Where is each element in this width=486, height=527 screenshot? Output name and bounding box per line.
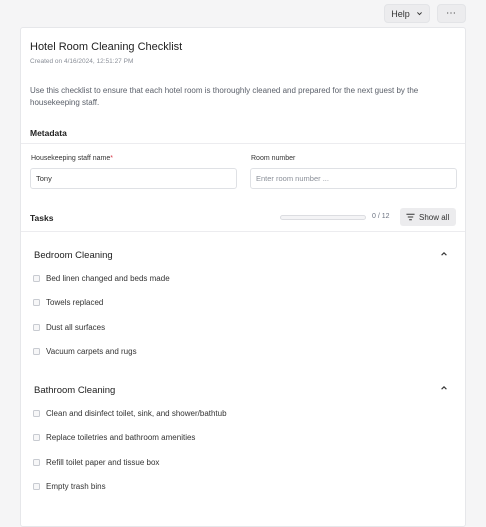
task-label: Towels replaced [46,298,104,307]
checklist-title: Hotel Room Cleaning Checklist [30,41,183,53]
task-checkbox[interactable] [33,299,40,306]
metadata-divider [21,143,465,144]
required-mark: * [110,155,113,162]
task-label: Bed linen changed and beds made [46,274,170,283]
task-label: Vacuum carpets and rugs [46,347,137,356]
metadata-heading: Metadata [30,128,67,138]
task-label: Clean and disinfect toilet, sink, and sh… [46,409,227,418]
room-number-placeholder: Enter room number ... [256,174,329,183]
staff-name-input[interactable]: Tony [30,168,237,189]
task-item[interactable]: Refill toilet paper and tissue box [33,458,159,467]
task-checkbox[interactable] [33,348,40,355]
created-timestamp: Created on 4/16/2024, 12:51:27 PM [30,58,134,65]
task-item[interactable]: Vacuum carpets and rugs [33,347,137,356]
chevron-up-icon[interactable] [440,250,448,258]
task-label: Refill toilet paper and tissue box [46,458,160,467]
chevron-up-icon[interactable] [440,384,448,392]
help-button[interactable]: Help [384,4,430,23]
chevron-down-icon [416,12,422,16]
more-options-button[interactable]: ⋯ [437,4,466,23]
room-number-label: Room number [251,155,296,162]
staff-name-label-text: Housekeeping staff name [31,155,111,162]
task-checkbox[interactable] [33,324,40,331]
task-item[interactable]: Clean and disinfect toilet, sink, and sh… [33,409,227,418]
task-checkbox[interactable] [33,410,40,417]
task-label: Dust all surfaces [46,323,106,332]
show-all-button[interactable]: Show all [400,208,456,226]
task-label: Empty trash bins [46,482,106,491]
filter-icon [406,213,415,221]
help-button-label: Help [391,8,410,19]
task-item[interactable]: Empty trash bins [33,482,106,491]
task-checkbox[interactable] [33,434,40,441]
task-checkbox[interactable] [33,483,40,490]
checklist-card: Hotel Room Cleaning Checklist Created on… [20,27,466,527]
task-checkbox[interactable] [33,459,40,466]
top-toolbar: Help ⋯ [384,4,466,23]
tasks-progress-bar [280,215,366,220]
task-item[interactable]: Bed linen changed and beds made [33,274,170,283]
tasks-progress-text: 0 / 12 [372,213,390,220]
tasks-heading: Tasks [30,213,54,223]
room-number-input[interactable]: Enter room number ... [250,168,457,189]
task-label: Replace toiletries and bathroom amenitie… [46,433,196,442]
task-item[interactable]: Towels replaced [33,298,103,307]
more-icon: ⋯ [446,8,457,19]
group-title-bathroom: Bathroom Cleaning [34,385,116,396]
task-item[interactable]: Dust all surfaces [33,323,105,332]
show-all-label: Show all [419,212,450,222]
task-checkbox[interactable] [33,275,40,282]
group-title-bedroom: Bedroom Cleaning [34,250,113,261]
staff-name-label: Housekeeping staff name* [31,155,113,162]
checklist-description: Use this checklist to ensure that each h… [30,86,419,107]
task-item[interactable]: Replace toiletries and bathroom amenitie… [33,433,195,442]
staff-name-value: Tony [36,174,52,183]
tasks-divider [21,231,465,232]
